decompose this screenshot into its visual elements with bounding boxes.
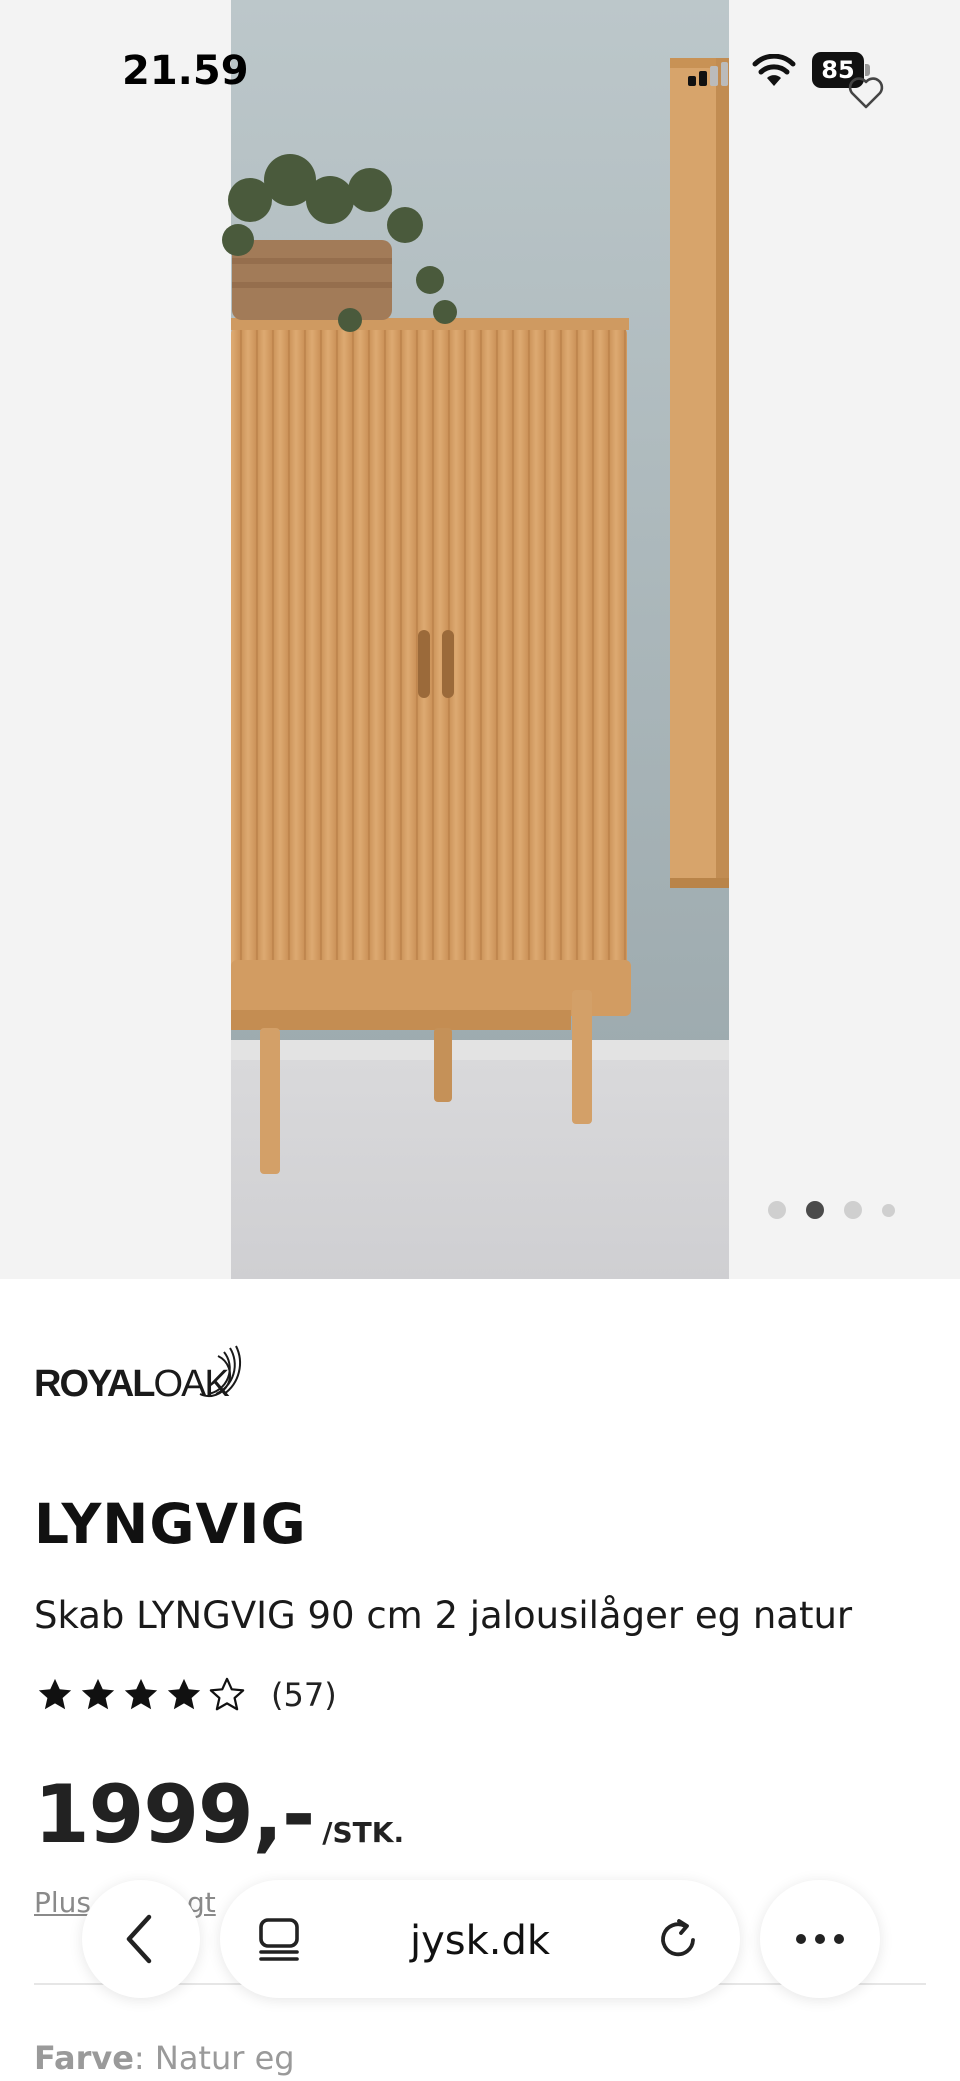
wifi-icon	[752, 54, 796, 86]
star-outline-icon	[209, 1677, 245, 1711]
star-filled-icon	[38, 1678, 72, 1710]
chevron-left-icon	[126, 1914, 152, 1964]
more-dot	[796, 1934, 806, 1944]
star-filled-icon	[81, 1678, 115, 1710]
plus-text-left: Plus	[34, 1886, 91, 1919]
rating[interactable]: (57)	[36, 1676, 337, 1714]
carousel-dot-active[interactable]	[806, 1201, 824, 1219]
color-selector[interactable]: Farve: Natur eg	[34, 2039, 295, 2077]
product-title: LYNGVIG	[34, 1492, 307, 1556]
carousel-dot[interactable]	[844, 1201, 862, 1219]
carousel-dot[interactable]	[882, 1203, 895, 1217]
carousel-dot[interactable]	[768, 1201, 786, 1219]
product-image-carousel[interactable]: 21.59 85	[0, 0, 960, 1279]
price-value: 1999,-	[34, 1768, 315, 1861]
rating-count: (57)	[271, 1676, 337, 1714]
product-description: Skab LYNGVIG 90 cm 2 jalousilåger eg nat…	[34, 1594, 853, 1637]
reload-icon[interactable]	[656, 1916, 702, 1962]
cell-signal-icon	[688, 62, 728, 86]
star-filled-icon	[124, 1678, 158, 1710]
more-dot	[815, 1934, 825, 1944]
color-label: Farve	[34, 2039, 134, 2077]
star-filled-icon	[167, 1678, 201, 1710]
address-bar[interactable]: jysk.dk	[220, 1880, 740, 1998]
heart-outline-icon[interactable]	[846, 72, 886, 112]
carousel-pagination	[768, 1201, 895, 1219]
color-value: : Natur eg	[133, 2039, 295, 2077]
price-unit: /STK.	[322, 1816, 405, 1849]
price: 1999,- /STK.	[34, 1768, 404, 1861]
status-time: 21.59	[122, 48, 249, 94]
brand-logo: ROYALOAK	[34, 1345, 241, 1400]
more-dot	[834, 1934, 844, 1944]
more-button[interactable]	[760, 1880, 880, 1998]
product-photo	[0, 0, 960, 1279]
back-button[interactable]	[82, 1880, 200, 1998]
